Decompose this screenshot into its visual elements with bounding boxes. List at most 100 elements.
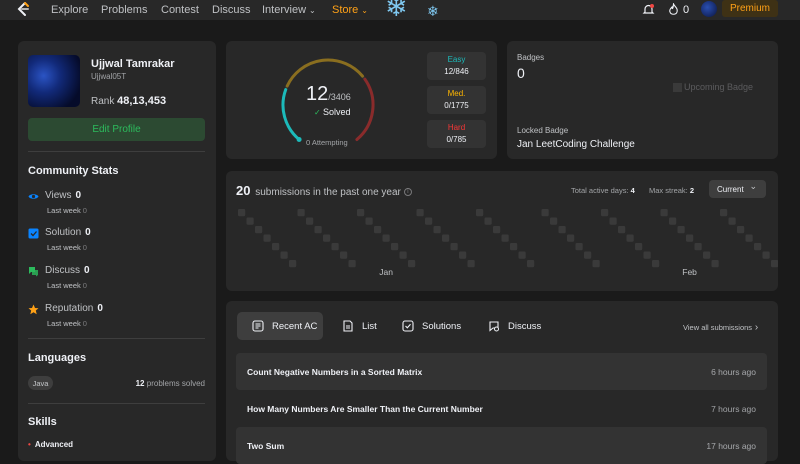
heatmap-cell[interactable] [643,251,651,259]
heatmap-cell[interactable] [635,243,643,251]
nav-store[interactable]: Store ⌄ [332,4,368,17]
heatmap-cell[interactable] [484,217,492,225]
month-label: Feb [682,267,697,277]
bell-icon[interactable] [642,3,655,16]
stat-value: 0 [97,303,103,314]
heatmap-cell[interactable] [416,209,424,217]
heatmap-cell[interactable] [467,260,475,268]
nav-interview[interactable]: Interview ⌄ [262,4,316,17]
heatmap-cell[interactable] [476,209,484,217]
heatmap-cell[interactable] [501,234,509,242]
flame-icon[interactable] [668,3,679,16]
heatmap-cell[interactable] [280,251,288,259]
heatmap-cell[interactable] [541,209,549,217]
solved-total: /3406 [328,92,351,102]
heatmap-cell[interactable] [246,217,254,225]
edit-profile-button[interactable]: Edit Profile [28,118,205,141]
view-all-submissions-link[interactable]: View all submissions [683,322,758,333]
info-icon[interactable]: i [403,188,412,197]
heatmap-cell[interactable] [365,217,373,225]
skills-title: Skills [28,416,57,428]
locked-badge-name: Jan LeetCoding Challenge [517,139,635,150]
heatmap-cell[interactable] [703,251,711,259]
heatmap-cell[interactable] [584,251,592,259]
stat-reputation: Reputation 0 Last week 0 [28,303,208,333]
submission-row[interactable]: Count Negative Numbers in a Sorted Matri… [236,353,767,390]
heatmap-cell[interactable] [408,260,416,268]
heatmap-cell[interactable] [433,226,441,234]
tab-solutions[interactable]: Solutions [402,312,472,340]
difficulty-hard[interactable]: Hard 0/785 [427,120,486,148]
heatmap-cell[interactable] [669,217,677,225]
heatmap-cell[interactable] [493,226,501,234]
heatmap-cell[interactable] [425,217,433,225]
heatmap-cell[interactable] [728,217,736,225]
heatmap-cell[interactable] [306,217,314,225]
heatmap-cell[interactable] [592,260,600,268]
heatmap-cell[interactable] [331,243,339,251]
heatmap-cell[interactable] [720,209,728,217]
submission-time: 6 hours ago [711,367,756,377]
heatmap-cell[interactable] [558,226,566,234]
nav-discuss[interactable]: Discuss [212,4,251,16]
heatmap-cell[interactable] [626,234,634,242]
heatmap-cell[interactable] [297,209,305,217]
heatmap-cell[interactable] [510,243,518,251]
stat-sub-value: 0 [82,319,87,328]
skill-level: Advanced [28,440,73,449]
nav-interview-label: Interview [262,4,307,16]
tab-list[interactable]: List [342,312,392,340]
heatmap-cell[interactable] [771,260,778,268]
heatmap-cell[interactable] [660,209,668,217]
tab-recent-ac[interactable]: Recent AC [237,312,323,340]
heatmap-cell[interactable] [374,226,382,234]
heatmap-cell[interactable] [711,260,719,268]
heatmap-cell[interactable] [340,251,348,259]
heatmap-cell[interactable] [272,243,280,251]
heatmap-cell[interactable] [323,234,331,242]
premium-button[interactable]: Premium [722,0,778,17]
heatmap-cell[interactable] [601,209,609,217]
heatmap-cell[interactable] [745,234,753,242]
heatmap-cell[interactable] [754,243,762,251]
tab-discuss[interactable]: Discuss [488,312,548,340]
heatmap-cell[interactable] [737,226,745,234]
heatmap-cell[interactable] [518,251,526,259]
heatmap-cell[interactable] [550,217,558,225]
heatmap-cell[interactable] [686,234,694,242]
user-avatar-small[interactable] [701,1,717,17]
submission-row[interactable]: How Many Numbers Are Smaller Than the Cu… [236,390,767,427]
heatmap-cell[interactable] [238,209,246,217]
heatmap-cell[interactable] [459,251,467,259]
heatmap-cell[interactable] [289,260,297,268]
heatmap-cell[interactable] [399,251,407,259]
nav-contest[interactable]: Contest [161,4,199,16]
range-dropdown[interactable]: Current [709,180,766,198]
heatmap-cell[interactable] [382,234,390,242]
nav-explore[interactable]: Explore [51,4,88,16]
heatmap-cell[interactable] [263,234,271,242]
leetcode-logo-icon[interactable] [15,1,31,17]
heatmap-cell[interactable] [575,243,583,251]
heatmap-cell[interactable] [255,226,263,234]
heatmap-cell[interactable] [618,226,626,234]
heatmap-cell[interactable] [567,234,575,242]
heatmap-cell[interactable] [357,209,365,217]
heatmap-cell[interactable] [652,260,660,268]
heatmap-cell[interactable] [694,243,702,251]
heatmap-cell[interactable] [348,260,356,268]
heatmap-cell[interactable] [450,243,458,251]
heatmap-cell[interactable] [609,217,617,225]
nav-problems[interactable]: Problems [101,4,147,16]
language-count: 12 problems solved [136,379,205,388]
heatmap-cell[interactable] [391,243,399,251]
heatmap-cell[interactable] [314,226,322,234]
stat-sub-label: Last week [47,319,81,328]
heatmap-cell[interactable] [677,226,685,234]
submission-row[interactable]: Two Sum 17 hours ago [236,427,767,464]
heatmap-cell[interactable] [442,234,450,242]
heatmap-cell[interactable] [762,251,770,259]
difficulty-easy[interactable]: Easy 12/846 [427,52,486,80]
heatmap-cell[interactable] [527,260,535,268]
difficulty-medium[interactable]: Med. 0/1775 [427,86,486,114]
